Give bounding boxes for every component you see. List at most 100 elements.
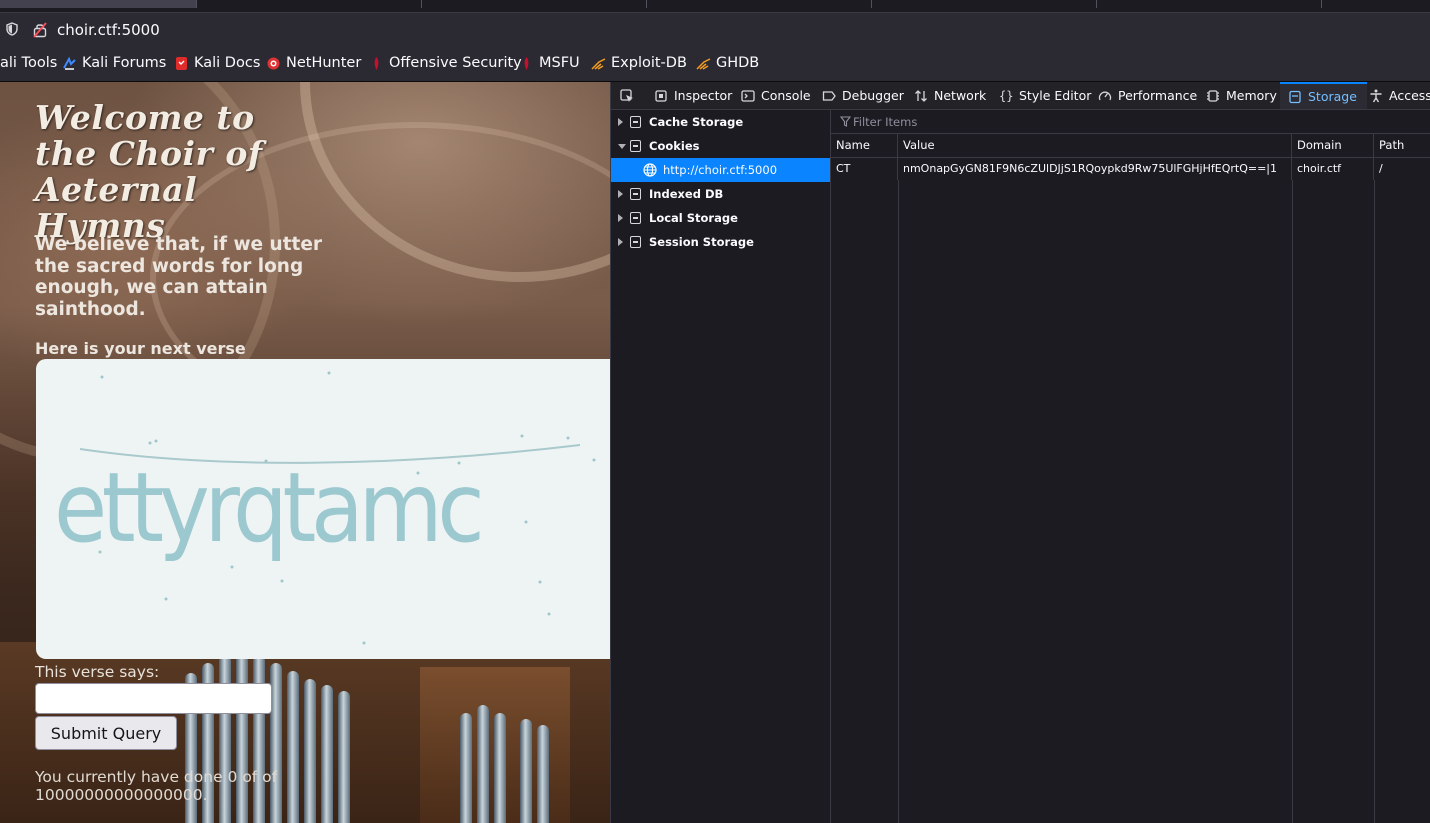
offsec-icon	[374, 56, 379, 70]
performance-icon	[1098, 91, 1112, 100]
tab-console[interactable]: Console	[741, 82, 811, 109]
web-page: Welcome to the Choir of Aeternal Hymns W…	[0, 82, 610, 823]
debugger-icon	[822, 90, 836, 101]
tab-debugger[interactable]: Debugger	[822, 82, 904, 109]
kali-forums-icon	[63, 56, 76, 70]
cookie-name-cell[interactable]: CT	[831, 158, 898, 180]
bookmark-label: Exploit-DB	[611, 55, 687, 71]
submit-button[interactable]: Submit Query	[35, 716, 177, 750]
page-title: Welcome to the Choir of Aeternal Hymns	[35, 98, 263, 245]
column-header-value[interactable]: Value	[898, 134, 1292, 157]
organ-pipe	[494, 713, 506, 823]
column-header-name[interactable]: Name	[831, 134, 898, 157]
tree-item-cache-storage[interactable]: Cache Storage	[611, 110, 830, 134]
tree-label: Session Storage	[649, 235, 754, 249]
tree-label: Local Storage	[649, 211, 738, 225]
browser-tab-active[interactable]	[0, 0, 197, 8]
expand-arrow-icon[interactable]	[618, 118, 623, 126]
cookie-value-cell[interactable]: nmOnapGyGN81F9N6cZUlDJjS1RQoypkd9Rw75UlF…	[898, 158, 1292, 180]
insecure-connection-icon[interactable]	[33, 22, 47, 38]
column-header-domain[interactable]: Domain	[1292, 134, 1374, 157]
browser-tab[interactable]	[197, 0, 422, 8]
storage-type-icon	[630, 140, 641, 152]
filter-bar[interactable]: Filter Items	[831, 110, 1430, 134]
organ-pipe	[304, 679, 316, 823]
tab-inspector[interactable]: Inspector	[654, 82, 732, 109]
tab-label: Storage	[1308, 89, 1357, 104]
table-header: Name Value Domain Path	[831, 134, 1430, 158]
msfu-icon	[524, 56, 529, 70]
ghdb-icon	[696, 57, 711, 70]
devtools-toolbar: Inspector Console Debugger Network {} St…	[611, 82, 1430, 110]
bookmark-label: MSFU	[539, 55, 580, 71]
captcha-graphic: ettyrqtamc	[54, 371, 596, 645]
bookmark-label: ali Tools	[0, 55, 58, 71]
bookmark-label: Kali Forums	[82, 55, 167, 71]
tab-style-editor[interactable]: {} Style Editor	[999, 82, 1091, 109]
browser-tab[interactable]	[872, 0, 1097, 8]
expand-arrow-icon[interactable]	[618, 190, 623, 198]
tree-label: Cache Storage	[649, 115, 744, 129]
browser-tab[interactable]	[647, 0, 872, 8]
storage-type-icon	[630, 188, 641, 200]
network-icon	[915, 89, 927, 102]
tree-item-session-storage[interactable]: Session Storage	[611, 230, 830, 254]
tab-label: Inspector	[674, 88, 733, 103]
filter-input[interactable]: Filter Items	[853, 115, 917, 129]
collapse-arrow-icon[interactable]	[618, 143, 626, 149]
shield-icon[interactable]	[6, 22, 18, 36]
column-header-path[interactable]: Path	[1374, 134, 1430, 157]
bookmark-label: Kali Docs	[194, 55, 261, 71]
tree-item-cookies[interactable]: Cookies	[611, 134, 830, 158]
tree-item-local-storage[interactable]: Local Storage	[611, 206, 830, 230]
organ-pipe	[477, 705, 489, 823]
expand-arrow-icon[interactable]	[618, 238, 623, 246]
verse-input[interactable]	[35, 683, 272, 714]
cookie-path-cell[interactable]: /	[1374, 158, 1430, 180]
bookmark-exploit-db[interactable]: Exploit-DB	[591, 55, 687, 71]
tree-item-indexed-db[interactable]: Indexed DB	[611, 182, 830, 206]
bookmark-kali-docs[interactable]: Kali Docs	[174, 55, 260, 71]
address-bar[interactable]: choir.ctf:5000	[0, 12, 1430, 46]
tree-label: Indexed DB	[649, 187, 724, 201]
kali-docs-icon	[176, 56, 187, 70]
element-picker-button[interactable]	[620, 82, 634, 109]
tree-label: http://choir.ctf:5000	[663, 163, 778, 177]
exploitdb-icon	[591, 57, 606, 70]
bookmark-kali-tools[interactable]: ali Tools	[0, 55, 57, 71]
tree-item-cookie-origin[interactable]: http://choir.ctf:5000	[611, 158, 830, 182]
column-divider	[1292, 180, 1293, 823]
nethunter-icon	[267, 57, 280, 69]
tab-memory[interactable]: Memory	[1206, 82, 1277, 109]
url-text[interactable]: choir.ctf:5000	[57, 21, 160, 39]
captcha-text: ettyrqtamc	[54, 452, 480, 564]
bookmark-offensive-security[interactable]: Offensive Security	[369, 55, 522, 71]
tab-strip	[0, 0, 1430, 12]
verse-heading: Here is your next verse	[35, 339, 246, 358]
belief-text: We believe that, if we utter the sacred …	[35, 234, 323, 320]
bookmark-nethunter[interactable]: NetHunter	[266, 55, 361, 71]
bookmarks-toolbar: ali Tools Kali Forums Kali Docs NetHunte…	[0, 46, 1430, 82]
globe-icon	[643, 163, 657, 177]
tab-performance[interactable]: Performance	[1098, 82, 1197, 109]
expand-arrow-icon[interactable]	[618, 214, 623, 222]
progress-text: You currently have done 0 of of 10000000…	[35, 768, 278, 804]
captcha-image: ettyrqtamc	[36, 359, 610, 659]
browser-tab[interactable]	[422, 0, 647, 8]
bookmark-kali-forums[interactable]: Kali Forums	[62, 55, 166, 71]
cookie-domain-cell[interactable]: choir.ctf	[1292, 158, 1374, 180]
memory-icon	[1207, 89, 1219, 102]
console-icon	[741, 89, 755, 102]
tab-label: Memory	[1226, 88, 1277, 103]
style-editor-icon: {}	[999, 89, 1013, 103]
tab-accessibility[interactable]: Accessi	[1369, 82, 1430, 109]
bookmark-msfu[interactable]: MSFU	[519, 55, 580, 71]
tab-label: Accessi	[1389, 88, 1430, 103]
tab-network[interactable]: Network	[914, 82, 986, 109]
column-divider	[898, 180, 899, 823]
accessibility-icon	[1370, 89, 1382, 102]
bookmark-ghdb[interactable]: GHDB	[696, 55, 759, 71]
tab-storage[interactable]: Storage	[1280, 82, 1367, 109]
browser-tab[interactable]	[1097, 0, 1322, 8]
devtools-panel: Inspector Console Debugger Network {} St…	[610, 82, 1430, 823]
